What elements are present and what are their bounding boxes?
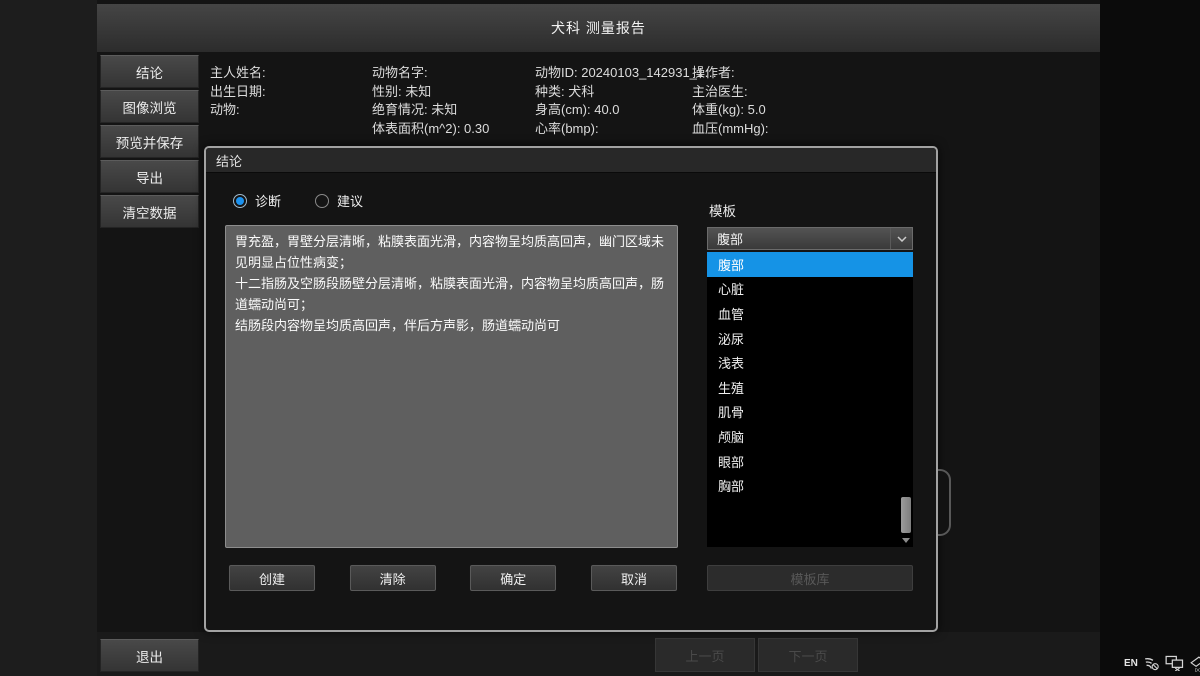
network-disconnected-icon [1143,655,1160,671]
confirm-button[interactable]: 确定 [470,565,556,591]
option-label: 胸部 [718,476,744,495]
option-musculoskeletal[interactable]: 肌骨 [707,400,913,425]
cancel-button[interactable]: 取消 [591,565,677,591]
sidebar-item-conclusion[interactable]: 结论 [100,55,199,88]
blood-pressure-field: 血压(mmHg): [692,120,769,139]
dual-screen-icon [1165,655,1184,671]
sidebar-item-export[interactable]: 导出 [100,160,199,193]
diagnosis-textarea[interactable]: 胃充盈，胃壁分层清晰，粘膜表面光滑，内容物呈均质高回声，幽门区域未见明显占位性病… [225,225,678,548]
sidebar-item-label: 结论 [136,62,163,82]
conclusion-dialog: 结论 诊断 建议 胃充盈，胃壁分层清晰，粘膜表面光滑，内容物呈均质高回声，幽门区… [204,146,938,632]
sidebar-item-label: 清空数据 [123,202,177,222]
previous-page-label: 上一页 [685,646,724,665]
radio-suggestion[interactable]: 建议 [315,191,363,210]
patient-info-col2: 动物名字: 性别: 未知 绝育情况: 未知 体表面积(m^2): 0.30 [372,64,489,138]
weight-field: 体重(kg): 5.0 [692,101,769,120]
animal-name-field: 动物名字: [372,64,489,83]
option-label: 肌骨 [718,402,744,421]
option-reproductive[interactable]: 生殖 [707,375,913,400]
radio-group: 诊断 建议 [233,191,363,210]
dialog-title: 结论 [206,148,936,173]
option-abdomen[interactable]: 腹部 [707,252,913,277]
option-chest[interactable]: 胸部 [707,473,913,498]
animal-id-field: 动物ID: 20240103_142931_1… [535,64,717,83]
exit-button[interactable]: 退出 [100,639,199,672]
doctor-field: 主治医生: [692,83,769,102]
patient-info-col4: 操作者: 主治医生: 体重(kg): 5.0 血压(mmHg): [692,64,769,138]
neuter-field: 绝育情况: 未知 [372,101,489,120]
option-label: 心脏 [718,279,744,298]
option-cranial[interactable]: 颅脑 [707,424,913,449]
exit-button-label: 退出 [136,646,163,666]
list-scrollbar-down-arrow[interactable] [901,536,911,545]
chevron-down-icon[interactable] [890,228,912,249]
left-edge-strip [0,0,97,676]
option-label: 泌尿 [718,329,744,348]
title-bar: 犬科 测量报告 [97,4,1100,52]
owner-name-field: 主人姓名: [210,64,266,83]
height-field: 身高(cm): 40.0 [535,101,717,120]
dicom-tag-label: DCM [1195,667,1200,672]
dicom-tag-icon: DCM [1189,655,1200,672]
sidebar-item-image-browse[interactable]: 图像浏览 [100,90,199,123]
option-label: 浅表 [718,353,744,372]
radio-selected-icon[interactable] [233,194,247,208]
next-page-button[interactable]: 下一页 [758,638,858,672]
option-heart[interactable]: 心脏 [707,277,913,302]
language-indicator[interactable]: EN [1124,658,1138,669]
option-label: 眼部 [718,452,744,471]
template-label: 模板 [709,200,736,220]
animal-field: 动物: [210,101,266,120]
species-field: 种类: 犬科 [535,83,717,102]
footer-band [97,632,1100,676]
heart-rate-field: 心率(bmp): [535,120,717,139]
option-vessel[interactable]: 血管 [707,301,913,326]
sidebar-item-label: 导出 [136,167,163,187]
option-eye[interactable]: 眼部 [707,449,913,474]
clear-button-label: 清除 [380,569,406,588]
radio-diagnosis[interactable]: 诊断 [233,191,281,210]
sidebar-item-label: 预览并保存 [116,132,184,152]
option-label: 腹部 [718,255,744,274]
option-label: 颅脑 [718,427,744,446]
list-scrollbar-thumb[interactable] [901,497,911,533]
sidebar-item-label: 图像浏览 [123,97,177,117]
operator-field: 操作者: [692,64,769,83]
right-edge-strip [1100,0,1200,676]
dialog-slide-handle[interactable] [938,469,951,536]
option-label: 血管 [718,304,744,323]
template-library-button: 模板库 [707,565,913,591]
birth-date-field: 出生日期: [210,83,266,102]
option-label: 生殖 [718,378,744,397]
dialog-button-row: 创建 清除 确定 取消 [229,565,677,591]
sidebar-item-clear-data[interactable]: 清空数据 [100,195,199,228]
patient-info-col3: 动物ID: 20240103_142931_1… 种类: 犬科 身高(cm): … [535,64,717,138]
radio-diagnosis-label: 诊断 [255,191,281,210]
template-library-label: 模板库 [790,569,829,588]
option-urinary[interactable]: 泌尿 [707,326,913,351]
template-option-list: 腹部 心脏 血管 泌尿 浅表 生殖 肌骨 颅脑 眼部 胸部 [707,252,913,547]
gender-field: 性别: 未知 [372,83,489,102]
template-dropdown[interactable]: 腹部 [707,227,913,250]
cancel-button-label: 取消 [621,569,647,588]
status-tray: EN DCM [1124,653,1198,673]
template-dropdown-value: 腹部 [708,229,890,248]
next-page-label: 下一页 [788,646,827,665]
option-superficial[interactable]: 浅表 [707,350,913,375]
confirm-button-label: 确定 [500,569,526,588]
bsa-field: 体表面积(m^2): 0.30 [372,120,489,139]
create-button[interactable]: 创建 [229,565,315,591]
patient-info-col1: 主人姓名: 出生日期: 动物: [210,64,266,120]
sidebar-item-preview-save[interactable]: 预览并保存 [100,125,199,158]
previous-page-button[interactable]: 上一页 [655,638,755,672]
clear-button[interactable]: 清除 [350,565,436,591]
create-button-label: 创建 [259,569,285,588]
page-title: 犬科 测量报告 [551,18,646,38]
radio-suggestion-label: 建议 [337,191,363,210]
radio-unselected-icon[interactable] [315,194,329,208]
